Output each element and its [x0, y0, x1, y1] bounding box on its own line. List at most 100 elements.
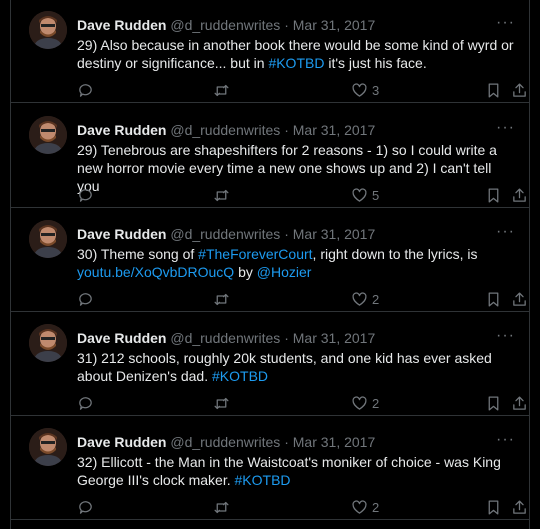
- tweet-text-segment: by: [234, 264, 257, 280]
- author-handle[interactable]: @d_ruddenwrites: [170, 434, 280, 450]
- separator-dot: ·: [284, 17, 289, 33]
- bookmark-icon: [488, 291, 499, 307]
- tweet-header: Dave Rudden @d_ruddenwrites · Mar 31, 20…: [77, 225, 375, 243]
- more-icon[interactable]: ···: [496, 328, 515, 344]
- tweet[interactable]: Dave Rudden @d_ruddenwrites · Mar 31, 20…: [11, 208, 529, 312]
- author-handle[interactable]: @d_ruddenwrites: [170, 330, 280, 346]
- heart-icon: [352, 82, 367, 97]
- author-handle[interactable]: @d_ruddenwrites: [170, 17, 280, 33]
- bookmark-icon: [488, 499, 499, 515]
- author-name[interactable]: Dave Rudden: [77, 330, 166, 346]
- avatar[interactable]: [29, 220, 67, 258]
- tweet-header: Dave Rudden @d_ruddenwrites · Mar 31, 20…: [77, 121, 375, 139]
- like-count: 2: [372, 499, 380, 515]
- like-button[interactable]: 2: [351, 497, 379, 517]
- reply-button[interactable]: [77, 393, 94, 413]
- like-button[interactable]: 5: [351, 185, 379, 205]
- retweet-button[interactable]: [213, 393, 230, 413]
- tweet-link[interactable]: #KOTBD: [212, 368, 268, 384]
- bookmark-button[interactable]: [485, 393, 502, 413]
- retweet-button[interactable]: [213, 185, 230, 205]
- retweet-button[interactable]: [213, 289, 230, 309]
- like-count: 3: [372, 82, 380, 98]
- share-icon: [513, 82, 526, 97]
- share-button[interactable]: [511, 289, 528, 309]
- tweet[interactable]: Dave Rudden @d_ruddenwrites · Mar 31, 20…: [11, 104, 529, 208]
- tweet-text: 31) 212 schools, roughly 20k students, a…: [77, 349, 517, 385]
- like-button[interactable]: 2: [351, 393, 379, 413]
- tweet-link[interactable]: #KOTBD: [235, 472, 291, 488]
- separator-dot: ·: [284, 122, 289, 138]
- reply-icon: [79, 396, 92, 410]
- like-count: 5: [372, 187, 380, 203]
- tweet-date[interactable]: Mar 31, 2017: [293, 17, 376, 33]
- reply-button[interactable]: [77, 80, 94, 100]
- bookmark-button[interactable]: [485, 497, 502, 517]
- more-icon[interactable]: ···: [496, 120, 515, 136]
- tweet[interactable]: Dave Rudden @d_ruddenwrites · Mar 31, 20…: [11, 312, 529, 416]
- share-icon: [513, 187, 526, 202]
- timeline: Dave Rudden @d_ruddenwrites · Mar 31, 20…: [10, 0, 530, 529]
- share-icon: [513, 291, 526, 306]
- reply-icon: [79, 292, 92, 306]
- tweet-text-segment: , right down to the lyrics, is: [312, 246, 478, 262]
- tweet-date[interactable]: Mar 31, 2017: [293, 434, 376, 450]
- share-button[interactable]: [511, 497, 528, 517]
- tweet-text: 30) Theme song of #TheForeverCourt, righ…: [77, 245, 517, 281]
- tweet-date[interactable]: Mar 31, 2017: [293, 122, 376, 138]
- tweet-link[interactable]: @Hozier: [257, 264, 312, 280]
- author-name[interactable]: Dave Rudden: [77, 122, 166, 138]
- avatar[interactable]: [29, 324, 67, 362]
- tweet-date[interactable]: Mar 31, 2017: [293, 330, 376, 346]
- like-count: 2: [372, 291, 380, 307]
- more-icon[interactable]: ···: [496, 15, 515, 31]
- like-button[interactable]: 3: [351, 80, 379, 100]
- avatar[interactable]: [29, 11, 67, 49]
- tweet-text-segment: it's just his face.: [324, 55, 427, 71]
- like-button[interactable]: 2: [351, 289, 379, 309]
- tweet[interactable]: Dave Rudden @d_ruddenwrites · Mar 31, 20…: [11, 416, 529, 520]
- share-icon: [513, 499, 526, 514]
- retweet-icon: [214, 293, 229, 305]
- tweet-text: 29) Also because in another book there w…: [77, 36, 517, 72]
- retweet-button[interactable]: [213, 497, 230, 517]
- retweet-icon: [214, 397, 229, 409]
- tweet-header: Dave Rudden @d_ruddenwrites · Mar 31, 20…: [77, 16, 375, 34]
- tweet-date[interactable]: Mar 31, 2017: [293, 226, 376, 242]
- separator-dot: ·: [284, 226, 289, 242]
- tweet-link[interactable]: #TheForeverCourt: [198, 246, 312, 262]
- bookmark-button[interactable]: [485, 80, 502, 100]
- retweet-icon: [214, 501, 229, 513]
- action-bar: 2: [77, 289, 526, 309]
- reply-button[interactable]: [77, 289, 94, 309]
- action-bar: 2: [77, 497, 526, 517]
- more-icon[interactable]: ···: [496, 432, 515, 448]
- author-name[interactable]: Dave Rudden: [77, 17, 166, 33]
- bookmark-icon: [488, 187, 499, 203]
- share-button[interactable]: [511, 185, 528, 205]
- reply-button[interactable]: [77, 185, 94, 205]
- tweet-text-segment: 31) 212 schools, roughly 20k students, a…: [77, 350, 492, 384]
- tweet-link[interactable]: #KOTBD: [268, 55, 324, 71]
- heart-icon: [352, 291, 367, 306]
- more-icon[interactable]: ···: [496, 224, 515, 240]
- reply-icon: [79, 500, 92, 514]
- retweet-button[interactable]: [213, 80, 230, 100]
- bookmark-button[interactable]: [485, 289, 502, 309]
- heart-icon: [352, 395, 367, 410]
- reply-button[interactable]: [77, 497, 94, 517]
- avatar[interactable]: [29, 428, 67, 466]
- author-handle[interactable]: @d_ruddenwrites: [170, 122, 280, 138]
- heart-icon: [352, 499, 367, 514]
- avatar[interactable]: [29, 116, 67, 154]
- tweet-link[interactable]: youtu.be/XoQvbDROucQ: [77, 264, 234, 280]
- author-name[interactable]: Dave Rudden: [77, 434, 166, 450]
- action-bar: 3: [77, 80, 526, 100]
- share-button[interactable]: [511, 393, 528, 413]
- author-name[interactable]: Dave Rudden: [77, 226, 166, 242]
- share-button[interactable]: [511, 80, 528, 100]
- author-handle[interactable]: @d_ruddenwrites: [170, 226, 280, 242]
- separator-dot: ·: [284, 330, 289, 346]
- bookmark-button[interactable]: [485, 185, 502, 205]
- tweet[interactable]: Dave Rudden @d_ruddenwrites · Mar 31, 20…: [11, 0, 529, 103]
